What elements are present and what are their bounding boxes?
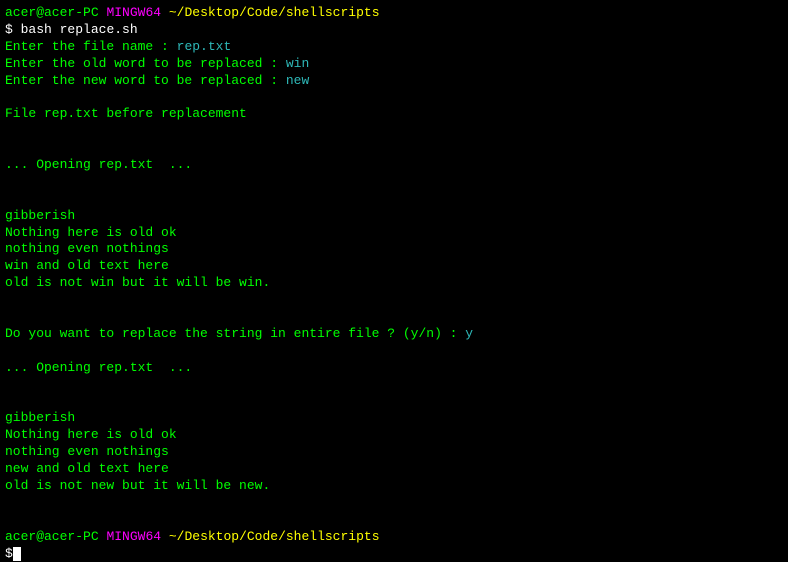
- prompt-symbol: $: [5, 22, 13, 37]
- newword-input: new: [286, 73, 309, 88]
- prompt-line-2: acer@acer-PC MINGW64 ~/Desktop/Code/shel…: [5, 529, 783, 546]
- file-line: Nothing here is old ok: [5, 225, 783, 242]
- file-line: gibberish: [5, 208, 783, 225]
- user-host: acer@acer-PC: [5, 5, 99, 20]
- confirm-prompt-line: Do you want to replace the string in ent…: [5, 326, 783, 343]
- file-line: Nothing here is old ok: [5, 427, 783, 444]
- shell-name: MINGW64: [106, 5, 161, 20]
- filename-input: rep.txt: [177, 39, 232, 54]
- file-line: new and old text here: [5, 461, 783, 478]
- file-line: win and old text here: [5, 258, 783, 275]
- shell-name: MINGW64: [106, 529, 161, 544]
- newword-prompt-line: Enter the new word to be replaced : new: [5, 73, 783, 90]
- cursor: [13, 547, 21, 561]
- file-line: old is not new but it will be new.: [5, 478, 783, 495]
- oldword-prompt-line: Enter the old word to be replaced : win: [5, 56, 783, 73]
- file-line: nothing even nothings: [5, 241, 783, 258]
- user-host: acer@acer-PC: [5, 529, 99, 544]
- confirm-input: y: [465, 326, 473, 341]
- file-line: gibberish: [5, 410, 783, 427]
- prompt-line-1: acer@acer-PC MINGW64 ~/Desktop/Code/shel…: [5, 5, 783, 22]
- before-header: File rep.txt before replacement: [5, 106, 783, 123]
- opening-message-2: ... Opening rep.txt ...: [5, 360, 783, 377]
- file-line: nothing even nothings: [5, 444, 783, 461]
- oldword-input: win: [286, 56, 309, 71]
- command-line-2[interactable]: $: [5, 546, 783, 562]
- path: ~/Desktop/Code/shellscripts: [169, 529, 380, 544]
- command-text: bash replace.sh: [21, 22, 138, 37]
- prompt-symbol: $: [5, 546, 13, 561]
- path: ~/Desktop/Code/shellscripts: [169, 5, 380, 20]
- file-line: old is not win but it will be win.: [5, 275, 783, 292]
- filename-prompt-line: Enter the file name : rep.txt: [5, 39, 783, 56]
- opening-message-1: ... Opening rep.txt ...: [5, 157, 783, 174]
- command-line[interactable]: $ bash replace.sh: [5, 22, 783, 39]
